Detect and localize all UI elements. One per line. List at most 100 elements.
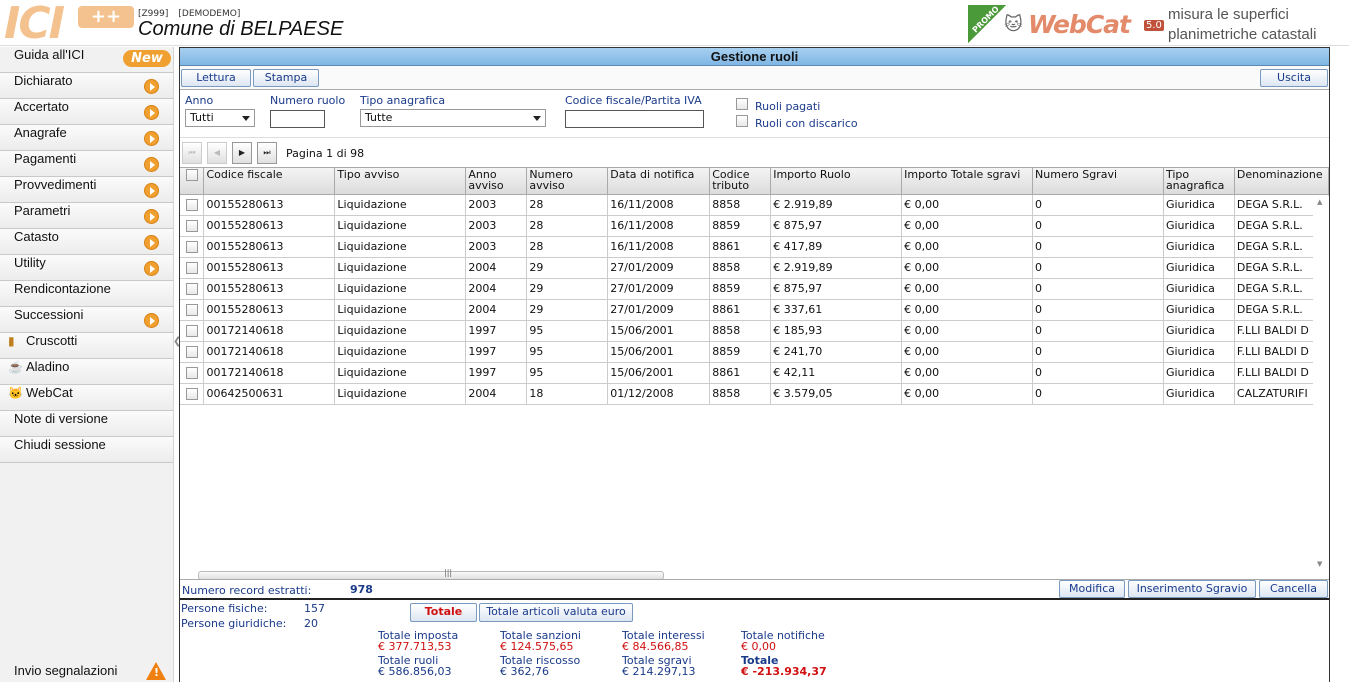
anno-select[interactable]: Tutti xyxy=(185,109,255,127)
row-checkbox[interactable] xyxy=(185,240,198,253)
totale-button[interactable]: Totale xyxy=(410,603,477,622)
inserimento-sgravio-button[interactable]: Inserimento Sgravio xyxy=(1128,580,1256,598)
sidebar-item-rendicontazione[interactable]: Rendicontazione xyxy=(0,281,173,307)
table-cell: € 3.579,05 xyxy=(770,383,903,405)
table-cell: Giuridica xyxy=(1163,341,1235,363)
table-row[interactable]: 00155280613 Liquidazione 2004 29 27/01/2009 8… xyxy=(180,299,1329,321)
table-row[interactable]: 00172140618 Liquidazione 1997 95 15/06/2001 8… xyxy=(180,341,1329,363)
row-checkbox[interactable] xyxy=(185,198,198,211)
sidebar-item-successioni[interactable]: Successioni xyxy=(0,307,173,333)
row-select-cell[interactable] xyxy=(180,341,205,363)
sidebar-item-webcat[interactable]: 🐱 WebCat xyxy=(0,385,173,411)
table-cell: 0 xyxy=(1032,299,1164,321)
sidebar-item-aladino[interactable]: ☕ Aladino xyxy=(0,359,173,385)
table-cell: € 0,00 xyxy=(901,320,1034,342)
row-select-cell[interactable] xyxy=(180,215,205,237)
horizontal-scroll-thumb[interactable]: ||| xyxy=(198,568,664,579)
col-importo-ruolo[interactable]: Importo Ruolo xyxy=(770,168,903,195)
sidebar-item-anagrafe[interactable]: Anagrafe xyxy=(0,125,173,151)
select-all-checkbox[interactable] xyxy=(185,169,198,181)
promo-text[interactable]: misura le superfici planimetriche catast… xyxy=(1168,5,1316,45)
sidebar-item-catasto[interactable]: Catasto xyxy=(0,229,173,255)
sidebar-item-dichiarato[interactable]: Dichiarato xyxy=(0,73,173,99)
col-tipo-anagrafica[interactable]: Tipo anagrafica xyxy=(1163,168,1235,195)
table-cell: € 875,97 xyxy=(770,215,903,237)
row-checkbox[interactable] xyxy=(185,324,198,337)
row-select-cell[interactable] xyxy=(180,278,205,300)
col-codice-tributo[interactable]: Codice tributo xyxy=(709,168,772,195)
row-select-cell[interactable] xyxy=(180,236,205,258)
totale-sanzioni-value: € 124.575,65 xyxy=(500,640,574,653)
first-page-button[interactable]: ⏮ xyxy=(182,142,202,164)
uscita-button[interactable]: Uscita xyxy=(1260,69,1328,87)
promo-line-2: planimetriche catastali xyxy=(1168,26,1317,43)
sidebar-item-cruscotti[interactable]: ▮ Cruscotti xyxy=(0,333,173,359)
table-row[interactable]: 00155280613 Liquidazione 2003 28 16/11/2008 8… xyxy=(180,194,1329,216)
tipo-anagrafica-select[interactable]: Tutte xyxy=(360,109,546,127)
modifica-button[interactable]: Modifica xyxy=(1059,580,1125,598)
select-all-header[interactable] xyxy=(180,168,205,195)
table-cell: € 2.919,89 xyxy=(770,194,903,216)
table-row[interactable]: 00642500631 Liquidazione 2004 18 01/12/2008 8… xyxy=(180,383,1329,405)
table-cell: Liquidazione xyxy=(334,215,467,237)
next-page-button[interactable]: ▶ xyxy=(232,142,252,164)
invio-segnalazioni-link[interactable]: Invio segnalazioni ! xyxy=(0,660,174,682)
sidebar-item-label: WebCat xyxy=(26,385,73,400)
webcat-promo-logo[interactable]: 🐱 WebCat 5.0 xyxy=(1004,8,1164,39)
sidebar-item-guida[interactable]: Guida all'ICI New xyxy=(0,47,173,73)
col-data-notifica[interactable]: Data di notifica xyxy=(607,168,711,195)
row-select-cell[interactable] xyxy=(180,299,205,321)
cancella-button[interactable]: Cancella xyxy=(1259,580,1328,598)
table-row[interactable]: 00155280613 Liquidazione 2003 28 16/11/2008 8… xyxy=(180,215,1329,237)
ruoli-pagati-checkbox[interactable] xyxy=(736,98,748,110)
row-checkbox[interactable] xyxy=(185,261,198,274)
table-row[interactable]: 00155280613 Liquidazione 2004 29 27/01/2009 8… xyxy=(180,257,1329,279)
row-select-cell[interactable] xyxy=(180,257,205,279)
row-checkbox[interactable] xyxy=(185,366,198,379)
table-row[interactable]: 00155280613 Liquidazione 2003 28 16/11/2008 8… xyxy=(180,236,1329,258)
col-numero-avviso[interactable]: Numero avviso xyxy=(526,168,609,195)
table-cell: 00155280613 xyxy=(203,236,336,258)
row-checkbox[interactable] xyxy=(185,387,198,400)
col-codice-fiscale[interactable]: Codice fiscale xyxy=(203,168,336,195)
table-cell: 00155280613 xyxy=(203,299,336,321)
sidebar-item-accertato[interactable]: Accertato xyxy=(0,99,173,125)
totale-notifiche-value: € 0,00 xyxy=(741,640,776,653)
promo-badge[interactable]: PROMO xyxy=(968,4,1006,43)
horizontal-scrollbar[interactable]: ||| xyxy=(180,568,1313,579)
col-anno-avviso[interactable]: Anno avviso xyxy=(465,168,528,195)
sidebar-item-note-versione[interactable]: Note di versione xyxy=(0,411,173,437)
vertical-scrollbar[interactable]: ▲ ▼ xyxy=(1313,196,1329,570)
col-numero-sgravi[interactable]: Numero Sgravi xyxy=(1032,168,1164,195)
totale-euro-button[interactable]: Totale articoli valuta euro xyxy=(479,603,633,622)
prev-page-button[interactable]: ◀ xyxy=(207,142,227,164)
codice-fiscale-input[interactable] xyxy=(565,110,704,128)
sidebar-item-chiudi-sessione[interactable]: Chiudi sessione xyxy=(0,437,173,463)
row-checkbox[interactable] xyxy=(185,282,198,295)
lettura-button[interactable]: Lettura xyxy=(181,69,251,87)
col-denominazione[interactable]: Denominazione xyxy=(1234,168,1329,195)
row-select-cell[interactable] xyxy=(180,383,205,405)
row-select-cell[interactable] xyxy=(180,362,205,384)
sidebar-item-parametri[interactable]: Parametri xyxy=(0,203,173,229)
sidebar-item-utility[interactable]: Utility xyxy=(0,255,173,281)
row-checkbox[interactable] xyxy=(185,345,198,358)
col-importo-sgravi[interactable]: Importo Totale sgravi xyxy=(901,168,1034,195)
ruoli-discarico-checkbox[interactable] xyxy=(736,115,748,127)
numero-ruolo-input[interactable] xyxy=(270,110,325,128)
scroll-up-icon[interactable]: ▲ xyxy=(1317,198,1322,206)
last-page-button[interactable]: ⏭ xyxy=(257,142,277,164)
table-row[interactable]: 00155280613 Liquidazione 2004 29 27/01/2009 8… xyxy=(180,278,1329,300)
scroll-down-icon[interactable]: ▼ xyxy=(1317,560,1322,568)
sidebar-item-provvedimenti[interactable]: Provvedimenti xyxy=(0,177,173,203)
stampa-button[interactable]: Stampa xyxy=(253,69,319,87)
table-row[interactable]: 00172140618 Liquidazione 1997 95 15/06/2001 8… xyxy=(180,362,1329,384)
row-checkbox[interactable] xyxy=(185,219,198,232)
promo-line-1: misura le superfici xyxy=(1168,6,1289,23)
row-select-cell[interactable] xyxy=(180,194,205,216)
row-select-cell[interactable] xyxy=(180,320,205,342)
row-checkbox[interactable] xyxy=(185,303,198,316)
col-tipo-avviso[interactable]: Tipo avviso xyxy=(334,168,467,195)
table-row[interactable]: 00172140618 Liquidazione 1997 95 15/06/2001 8… xyxy=(180,320,1329,342)
sidebar-item-pagamenti[interactable]: Pagamenti xyxy=(0,151,173,177)
